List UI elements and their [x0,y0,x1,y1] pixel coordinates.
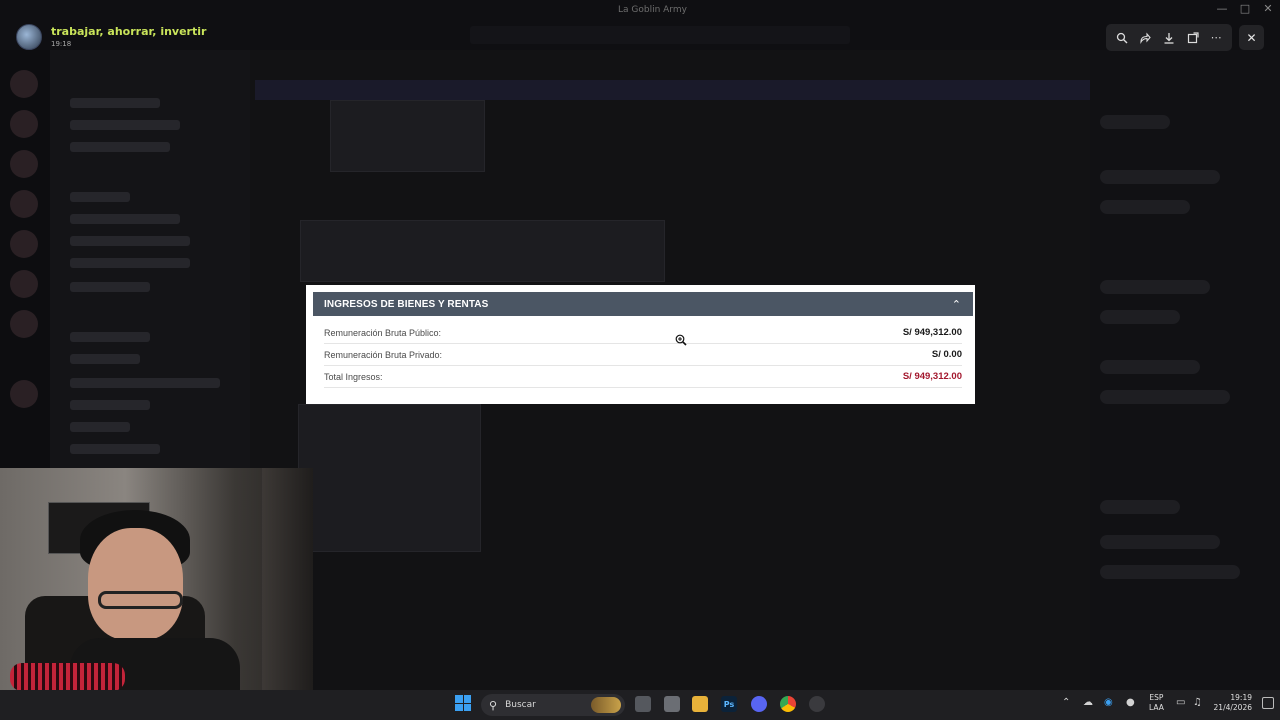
member-placeholder [1100,310,1180,324]
member-list [1090,50,1280,690]
webcam-person-glasses [98,591,183,609]
server-icon [10,150,38,178]
sender-name[interactable]: trabajar, ahorrar, invertir [51,25,206,38]
message-video [298,404,481,552]
discord-icon[interactable] [751,696,767,712]
member-placeholder [1100,500,1180,514]
server-icon [10,230,38,258]
image-preview[interactable]: INGRESOS DE BIENES Y RENTAS ⌃ Remuneraci… [306,285,975,404]
security-icon[interactable]: ◉ [1104,697,1113,708]
language-code: ESP [1149,693,1164,702]
channel-placeholder [70,400,150,410]
close-viewer-button[interactable]: ✕ [1239,25,1264,50]
row-value: S/ 949,312.00 [902,327,962,338]
system-clock[interactable]: 19:19 21/4/2026 [1212,693,1252,713]
member-placeholder [1100,170,1220,184]
task-view-icon[interactable] [635,696,651,712]
zoom-icon[interactable] [1113,29,1131,47]
row-label: Total Ingresos: [324,371,383,382]
minimize-icon[interactable]: — [1212,2,1232,15]
server-icon [10,70,38,98]
panel-header[interactable]: INGRESOS DE BIENES Y RENTAS ⌃ [313,292,973,316]
channel-placeholder [70,282,150,292]
income-row-private: Remuneración Bruta Privado: S/ 0.00 [324,344,962,366]
webcam-overlay [0,468,313,690]
clock-time: 19:19 [1230,693,1252,702]
channel-placeholder [70,444,160,454]
channel-placeholder [70,120,180,130]
server-icon [10,380,38,408]
income-row-public: Remuneración Bruta Público: S/ 949,312.0… [324,322,962,344]
row-label: Remuneración Bruta Público: [324,327,442,338]
channel-placeholder [70,98,160,108]
server-icon [10,110,38,138]
member-placeholder [1100,360,1200,374]
channel-placeholder [70,192,130,202]
panel-title: INGRESOS DE BIENES Y RENTAS [324,298,489,310]
member-placeholder [1100,565,1240,579]
keyboard-layout: LAA [1149,703,1164,712]
row-label: Remuneración Bruta Privado: [324,349,443,360]
maximize-icon[interactable]: □ [1235,2,1255,15]
member-placeholder [1100,280,1210,294]
windows-start-icon[interactable] [455,695,471,711]
notice-banner [255,80,1095,100]
chrome-icon[interactable] [780,696,796,712]
channel-list [50,50,250,470]
channel-placeholder [70,214,180,224]
member-placeholder [1100,115,1170,129]
network-icon[interactable]: ▭ [1176,697,1185,708]
channel-placeholder [70,422,130,432]
webcam-person [88,528,183,640]
search-placeholder: Buscar [505,700,536,710]
server-icon [10,270,38,298]
image-viewer-header: trabajar, ahorrar, invertir 19:18 La Gob… [0,0,1280,51]
channel-placeholder [70,258,190,268]
open-external-icon[interactable] [1184,29,1202,47]
avatar[interactable] [16,24,42,50]
window-title: La Goblin Army [618,5,687,15]
forward-icon[interactable] [1136,29,1154,47]
webcam-door [262,468,313,690]
download-icon[interactable] [1160,29,1178,47]
message-image [330,100,485,172]
row-value: S/ 0.00 [931,349,962,360]
file-explorer-icon[interactable] [692,696,708,712]
window-close-icon[interactable]: ✕ [1258,2,1278,15]
channel-placeholder [70,378,220,388]
microphone [10,663,125,690]
search-highlight-icon [591,697,621,713]
volume-icon[interactable]: ♫ [1193,697,1202,708]
server-icon [10,190,38,218]
printer-app-icon[interactable] [664,696,680,712]
total-value: S/ 949,312.00 [902,371,962,382]
steam-icon[interactable] [809,696,825,712]
notification-icon[interactable] [1262,697,1274,709]
microphone-icon[interactable]: ● [1126,697,1135,708]
member-placeholder [1100,200,1190,214]
server-icon [10,310,38,338]
language-indicator[interactable]: ESP LAA [1149,693,1164,713]
channel-placeholder [70,236,190,246]
announcement-strip [470,26,850,44]
channel-placeholder [70,142,170,152]
chevron-up-icon[interactable]: ⌃ [952,298,961,311]
member-placeholder [1100,390,1230,404]
channel-placeholder [70,354,140,364]
message-timestamp: 19:18 [51,40,72,48]
show-hidden-icons[interactable]: ⌃ [1062,697,1070,708]
income-row-total: Total Ingresos: S/ 949,312.00 [324,366,962,388]
taskbar-search[interactable]: ⚲ Buscar [481,694,625,716]
clock-date: 21/4/2026 [1213,703,1252,712]
channel-placeholder [70,332,150,342]
photoshop-icon[interactable]: Ps [721,696,737,712]
zoom-cursor-icon [675,334,687,346]
viewer-toolbar: ⋯ [1106,24,1232,51]
member-placeholder [1100,535,1220,549]
more-icon[interactable]: ⋯ [1207,29,1225,47]
message-image [300,220,665,282]
search-icon: ⚲ [489,698,498,712]
cloud-icon[interactable]: ☁ [1083,697,1093,708]
